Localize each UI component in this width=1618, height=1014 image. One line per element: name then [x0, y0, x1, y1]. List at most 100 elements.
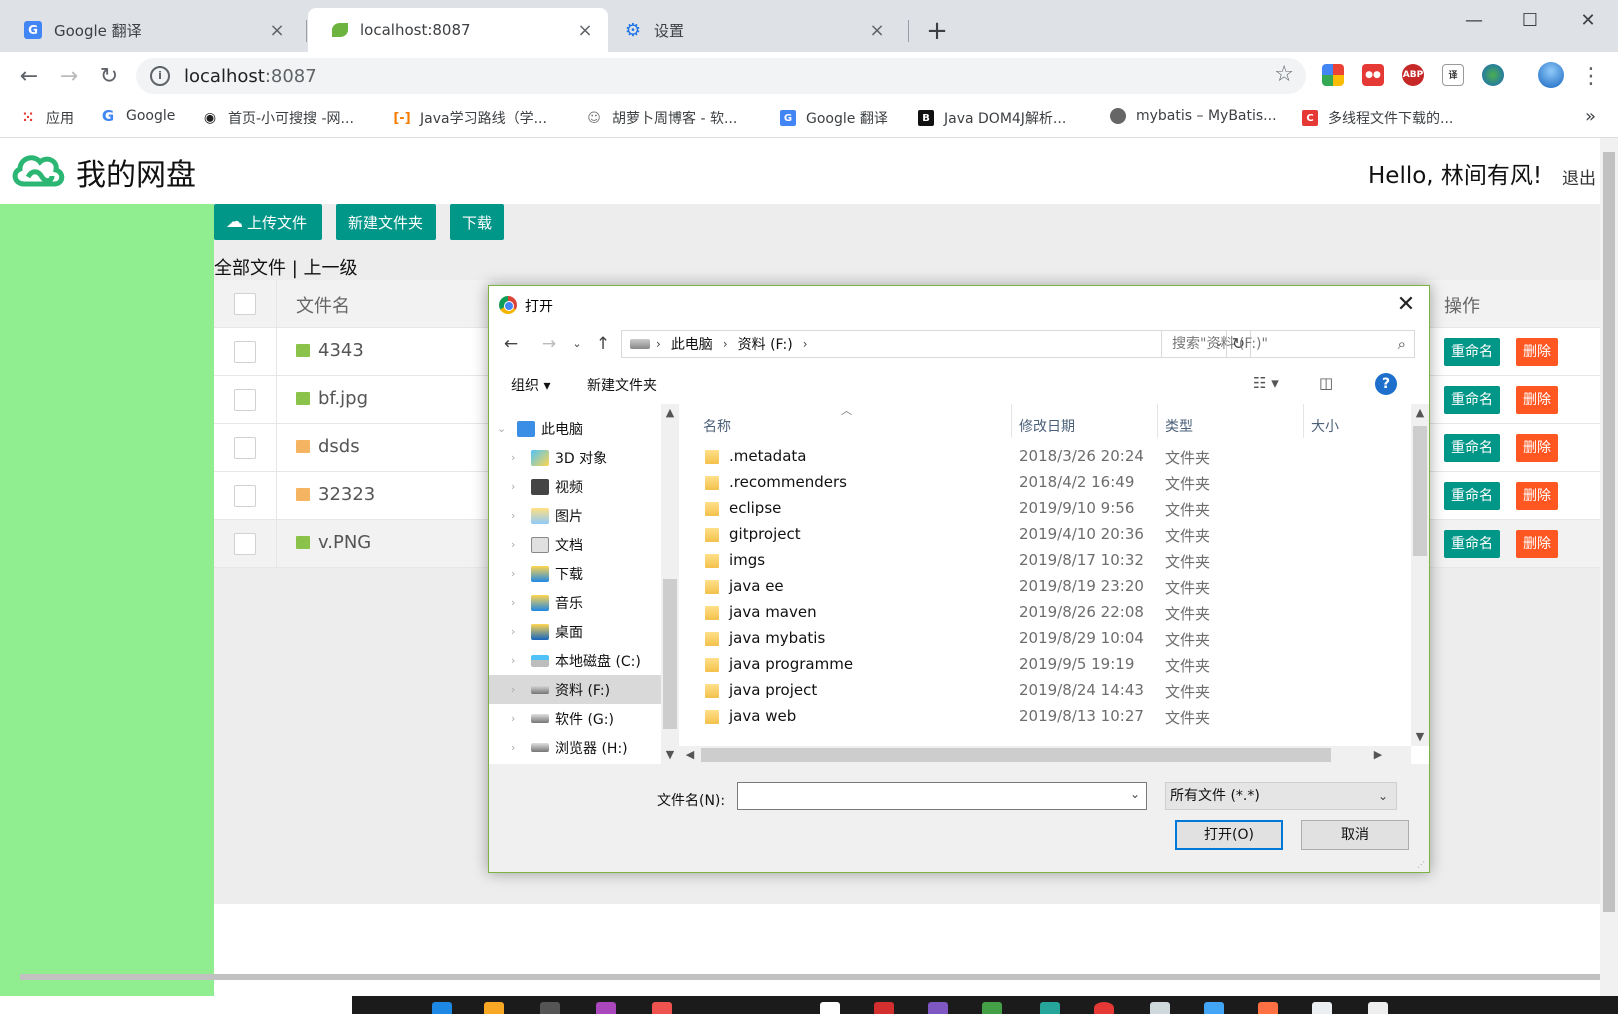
rename-button[interactable]: 重命名 — [1444, 482, 1500, 510]
logout-link[interactable]: 退出 — [1562, 164, 1596, 189]
taskbar-app-icon[interactable] — [1040, 1002, 1060, 1014]
taskbar-edge-icon[interactable] — [432, 1002, 452, 1014]
taskbar-app-icon[interactable] — [1204, 1002, 1224, 1014]
bookmark-google-translate[interactable]: G Google 翻译 — [780, 108, 888, 128]
nav-pane-scrollbar[interactable]: ▲ ▼ — [661, 404, 679, 764]
column-divider[interactable] — [1011, 404, 1012, 438]
delete-button[interactable]: 删除 — [1516, 530, 1558, 558]
download-button[interactable]: 下载 — [450, 204, 504, 240]
scrollbar-thumb[interactable] — [701, 748, 1331, 762]
page-vertical-scrollbar[interactable] — [1600, 138, 1618, 996]
bookmark-star-icon[interactable]: ☆ — [1274, 62, 1294, 87]
close-window-button[interactable]: ✕ — [1564, 6, 1612, 36]
column-header-name[interactable]: 名称 — [703, 416, 731, 436]
filename-input[interactable]: ⌄ — [737, 782, 1147, 810]
nav-item-drive-f[interactable]: › 资料 (F:) — [489, 675, 661, 704]
taskbar-app-icon[interactable] — [982, 1002, 1002, 1014]
file-type-select[interactable]: 所有文件 (*.*) ⌄ — [1165, 782, 1397, 810]
taskbar-search-area[interactable] — [0, 996, 352, 1014]
list-item[interactable]: java maven 2019/8/26 22:08 文件夹 — [693, 600, 1393, 627]
chevron-down-icon[interactable]: ⌄ — [1130, 787, 1140, 801]
scroll-up-icon[interactable]: ▲ — [1411, 406, 1429, 419]
scroll-left-icon[interactable]: ◀ — [681, 746, 699, 764]
scroll-down-icon[interactable]: ▼ — [1411, 730, 1429, 743]
dialog-back-button[interactable]: ← — [499, 332, 523, 356]
organize-menu[interactable]: 组织 ▾ — [511, 375, 550, 395]
nav-item-local-disk-c[interactable]: › 本地磁盘 (C:) — [489, 646, 661, 675]
taskbar-app-icon[interactable] — [540, 1002, 560, 1014]
row-checkbox[interactable] — [234, 341, 256, 363]
nav-item-this-pc[interactable]: ⌄ 此电脑 — [489, 414, 661, 443]
row-checkbox[interactable] — [234, 437, 256, 459]
cancel-button[interactable]: 取消 — [1301, 820, 1409, 850]
tab-settings[interactable]: ⚙ 设置 × — [600, 8, 900, 52]
file-list-vertical-scrollbar[interactable]: ▲ ▼ — [1411, 404, 1429, 746]
nav-item-pictures[interactable]: › 图片 — [489, 501, 661, 530]
path-segment[interactable]: 此电脑 — [671, 334, 713, 354]
chevron-right-icon[interactable]: › — [511, 538, 525, 551]
bookmark-apps[interactable]: ⁙ 应用 — [20, 108, 74, 128]
bookmark-google[interactable]: G Google — [100, 107, 176, 125]
preview-pane-icon[interactable]: ◫ — [1319, 374, 1333, 392]
chevron-right-icon[interactable]: › — [511, 509, 525, 522]
file-name[interactable]: 4343 — [296, 340, 364, 361]
rename-button[interactable]: 重命名 — [1444, 434, 1500, 462]
nav-item-documents[interactable]: › 文档 — [489, 530, 661, 559]
scroll-right-icon[interactable]: ▶ — [1369, 746, 1387, 764]
select-all-checkbox[interactable] — [234, 293, 256, 315]
list-item[interactable]: .metadata 2018/3/26 20:24 文件夹 — [693, 444, 1393, 471]
scrollbar-thumb[interactable] — [663, 579, 677, 729]
close-icon[interactable]: × — [868, 20, 886, 41]
list-item[interactable]: java web 2019/8/13 10:27 文件夹 — [693, 704, 1393, 731]
file-name[interactable]: 32323 — [296, 484, 375, 505]
up-folder-button[interactable]: ↑ — [591, 332, 615, 356]
adblock-plus-icon[interactable]: ABP — [1402, 64, 1424, 86]
info-icon[interactable]: i — [150, 66, 170, 86]
nav-item-desktop[interactable]: › 桌面 — [489, 617, 661, 646]
list-item[interactable]: .recommenders 2018/4/2 16:49 文件夹 — [693, 470, 1393, 497]
extension-globe-icon[interactable] — [1482, 64, 1504, 86]
nav-item-downloads[interactable]: › 下载 — [489, 559, 661, 588]
file-list-horizontal-scrollbar[interactable]: ◀ ▶ — [679, 746, 1411, 764]
list-item[interactable]: gitproject 2019/4/10 20:36 文件夹 — [693, 522, 1393, 549]
taskbar-app-icon[interactable] — [874, 1002, 894, 1014]
taskbar-app-icon[interactable] — [1312, 1002, 1332, 1014]
bookmark-carrot-blog[interactable]: ☺ 胡萝卜周博客 - 软... — [586, 108, 737, 128]
list-item[interactable]: imgs 2019/8/17 10:32 文件夹 — [693, 548, 1393, 575]
bookmark-multithread-download[interactable]: C 多线程文件下载的... — [1302, 108, 1453, 128]
bookmark-xiaoke[interactable]: ◉ 首页-小可搜搜 -网... — [202, 108, 354, 128]
bookmark-java-roadmap[interactable]: [-] Java学习路线（学... — [393, 108, 547, 128]
column-header-size[interactable]: 大小 — [1311, 416, 1339, 436]
dialog-new-folder-button[interactable]: 新建文件夹 — [587, 375, 657, 395]
chevron-right-icon[interactable]: › — [511, 625, 525, 638]
nav-item-3d-objects[interactable]: › 3D 对象 — [489, 443, 661, 472]
help-icon[interactable]: ? — [1375, 373, 1397, 395]
upload-button[interactable]: ☁ 上传文件 — [214, 204, 322, 240]
column-divider[interactable] — [1157, 404, 1158, 438]
forward-button[interactable]: → — [54, 62, 84, 92]
minimize-button[interactable]: — — [1450, 6, 1498, 36]
taskbar-app-icon[interactable] — [1368, 1002, 1388, 1014]
nav-item-music[interactable]: › 音乐 — [489, 588, 661, 617]
new-tab-button[interactable]: + — [922, 14, 952, 48]
delete-button[interactable]: 删除 — [1516, 434, 1558, 462]
chevron-right-icon[interactable]: › — [511, 683, 525, 696]
chevron-right-icon[interactable]: › — [511, 712, 525, 725]
chevron-right-icon[interactable]: › — [511, 654, 525, 667]
chevron-right-icon[interactable]: › — [511, 451, 525, 464]
extension-translate-icon[interactable]: 译 — [1442, 64, 1464, 86]
list-item[interactable]: java project 2019/8/24 14:43 文件夹 — [693, 678, 1393, 705]
taskbar-app-icon[interactable] — [928, 1002, 948, 1014]
taskbar-app-icon[interactable] — [652, 1002, 672, 1014]
address-bar[interactable]: i localhost:8087 ☆ — [136, 58, 1306, 94]
nav-item-videos[interactable]: › 视频 — [489, 472, 661, 501]
new-folder-button[interactable]: 新建文件夹 — [336, 204, 436, 240]
page-horizontal-scrollbar[interactable] — [20, 974, 1600, 980]
close-icon[interactable]: × — [268, 20, 286, 41]
chevron-right-icon[interactable]: › — [511, 741, 525, 754]
chevron-right-icon[interactable]: › — [511, 567, 525, 580]
chevron-right-icon[interactable]: › — [511, 480, 525, 493]
scroll-down-icon[interactable]: ▼ — [661, 748, 679, 761]
bookmark-mybatis[interactable]: mybatis – MyBatis... — [1110, 108, 1277, 124]
taskbar-explorer-icon[interactable] — [484, 1002, 504, 1014]
